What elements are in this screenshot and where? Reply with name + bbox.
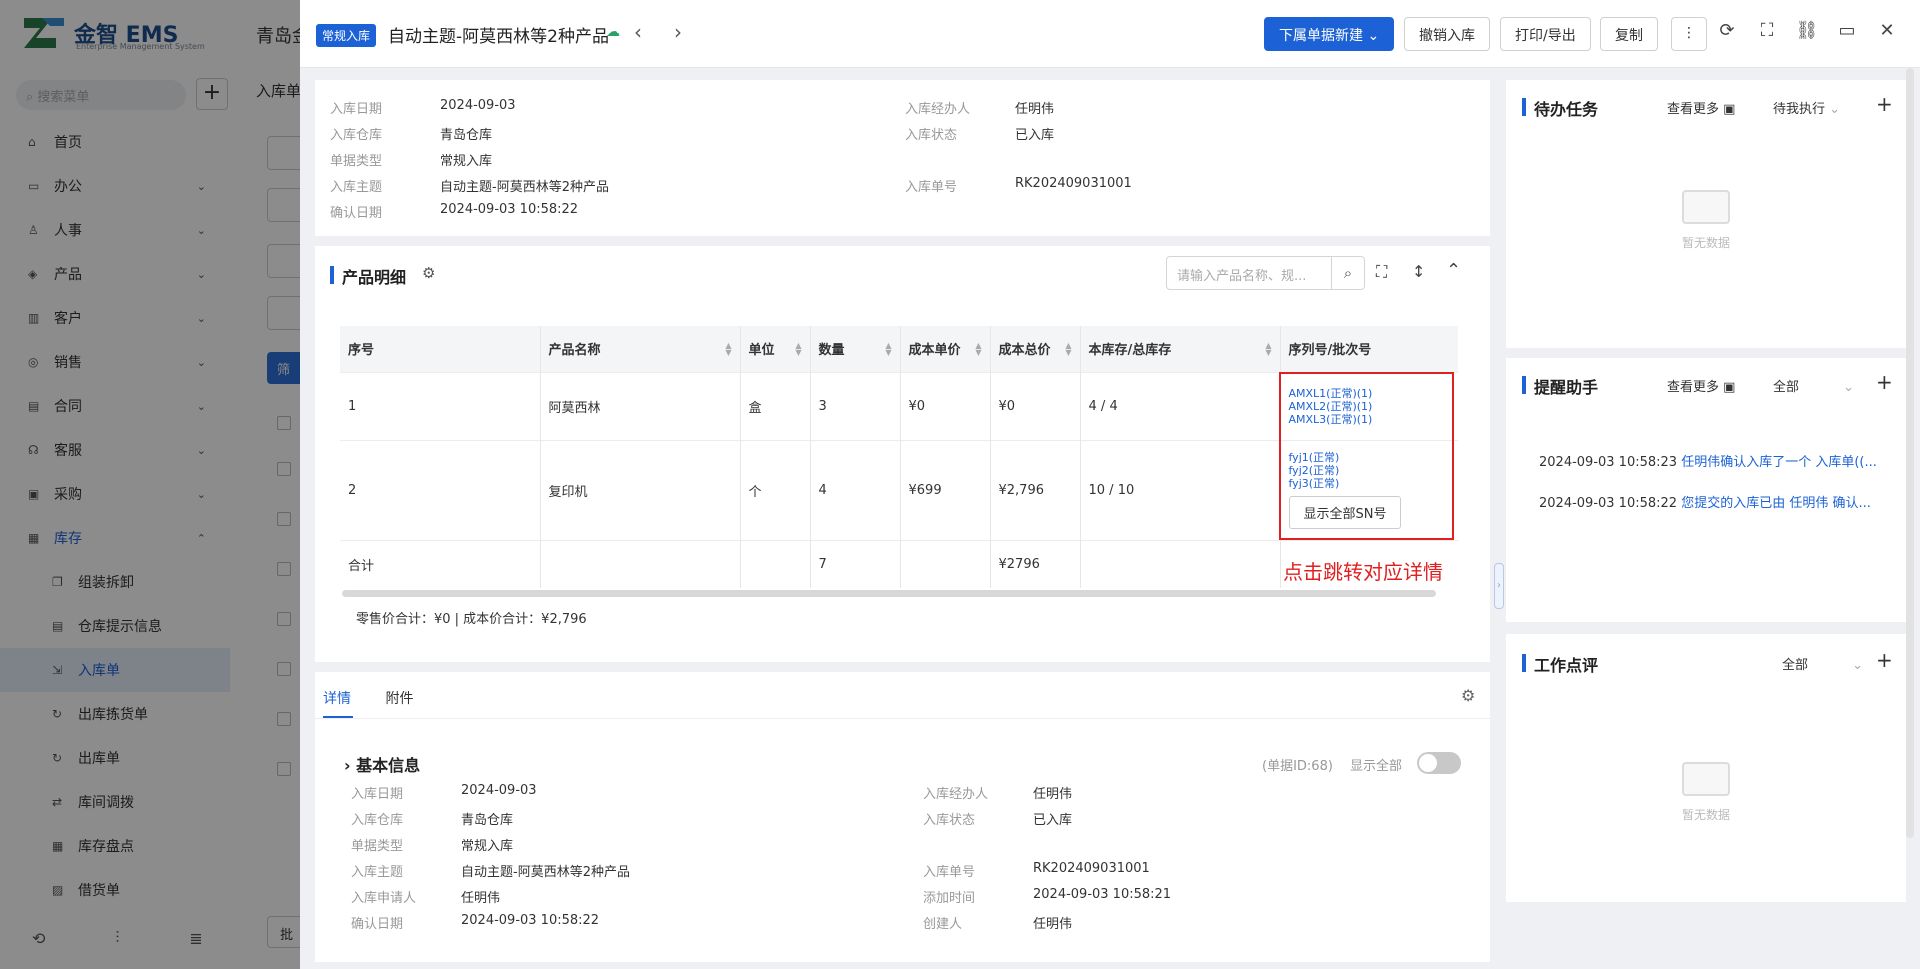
document-id: (单据ID:68) [1262,759,1333,774]
column-header[interactable]: 产品名称 ▲ ▼ [540,326,741,372]
add-todo-icon[interactable]: + [1876,92,1893,116]
book-icon: ▣ [1723,380,1736,395]
review-title: 工作点评 [1522,652,1598,676]
column-header: 序列号/批次号 [1280,326,1458,372]
detail-tabs: 详情 附件 [323,688,443,708]
stock-cell: 10 / 10 [1080,439,1281,540]
drawer-title: 自动主题-阿莫西林等2种产品 [388,27,609,47]
reminder-item[interactable]: 2024-09-03 10:58:23 任明伟确认入库了一个 入库单((... [1539,451,1879,470]
product-link[interactable]: 复印机 [540,439,741,540]
chevron-down-icon: ⌄ [1843,380,1855,395]
next-arrow-icon[interactable]: › [674,20,682,44]
todo-filter-select[interactable]: 待我执行 ⌄ [1773,98,1840,117]
summary-date: 2024-09-03 [440,98,516,113]
row-height-icon[interactable]: ↕ [1412,262,1425,281]
chevron-down-icon: ⌄ [1829,102,1841,117]
column-header[interactable]: 成本总价 ▲ ▼ [990,326,1081,372]
todo-empty-state: 暂无数据 [1646,190,1766,251]
drawer-header: 常规入库 自动主题-阿莫西林等2种产品 ☁ ‹ › 下属单据新建 ⌄ 撤销入库 … [300,0,1920,68]
detail-status: 已入库 [1033,813,1073,828]
annotation-text: 点击跳转对应详情 [1283,560,1443,584]
column-header[interactable]: 单位 ▲ ▼ [740,326,811,372]
modal-overlay[interactable] [0,0,300,969]
column-header: 序号 [340,326,541,372]
empty-box-icon [1682,190,1730,224]
revoke-inbound-button[interactable]: 撤销入库 [1404,17,1490,51]
tab-detail[interactable]: 详情 [323,691,351,707]
horizontal-scrollbar[interactable] [342,590,1436,597]
add-reminder-icon[interactable]: + [1876,370,1893,394]
totals-line: 零售价合计：¥0 | 成本价合计：¥2,796 [356,612,587,627]
column-header[interactable]: 数量 ▲ ▼ [810,326,901,372]
product-link[interactable]: 阿莫西林 [540,371,741,440]
reminder-item[interactable]: 2024-09-03 10:58:22 您提交的入库已由 任明伟 确认... [1539,492,1879,511]
reminder-filter-select[interactable]: 全部 ⌄ [1773,376,1854,395]
stock-cell: 4 / 4 [1080,371,1281,440]
detail-subject: 自动主题-阿莫西林等2种产品 [461,865,630,880]
type-badge: 常规入库 [316,24,377,47]
product-search-input[interactable]: 请输入产品名称、规... [1166,256,1332,290]
summary-card: 入库日期 2024-09-03 入库仓库 青岛仓库 单据类型 常规入库 入库主题 自动主… [315,80,1490,236]
show-all-label: 显示全部 [1350,759,1403,774]
book-icon: ▣ [1723,102,1736,117]
detail-creator: 任明伟 [1033,917,1073,932]
fullscreen-table-icon[interactable]: ⛶ [1376,262,1387,282]
close-icon[interactable]: ✕ [1873,20,1901,41]
summary-subject: 自动主题-阿莫西林等2种产品 [440,180,609,195]
prev-arrow-icon[interactable]: ‹ [634,20,642,44]
fullscreen-icon[interactable]: ⛶ [1753,20,1781,41]
refresh-icon[interactable]: ⟳ [1713,20,1741,41]
summary-warehouse-link[interactable]: 青岛仓库 [440,124,492,143]
highlight-box [1279,372,1454,540]
review-empty-state: 暂无数据 [1646,762,1766,823]
detail-applicant: 任明伟 [461,891,501,906]
detail-type: 常规入库 [461,839,514,854]
more-options-icon[interactable]: ⋮ [1671,17,1707,51]
detail-added-time: 2024-09-03 10:58:21 [1033,887,1172,902]
chevron-down-icon: ⌄ [1852,658,1864,673]
link-icon[interactable]: ⛓ [1793,20,1821,41]
search-icon[interactable]: ⌕ [1331,256,1365,290]
detail-number: RK202409031001 [1033,861,1150,876]
print-export-button[interactable]: 打印/导出 [1500,17,1591,51]
empty-box-icon [1682,762,1730,796]
todo-more-link[interactable]: 查看更多 ▣ [1667,98,1735,117]
settings-gear-icon[interactable]: ⚙ [1461,686,1475,705]
chevron-right-icon: › [344,756,351,775]
summary-number: RK202409031001 [1015,176,1132,191]
detail-handler: 任明伟 [1033,787,1073,802]
cloud-sync-icon: ☁ [606,24,620,40]
detail-date: 2024-09-03 [461,783,537,798]
summary-confirm: 2024-09-03 10:58:22 [440,202,579,217]
new-sub-document-button[interactable]: 下属单据新建 ⌄ [1264,17,1395,51]
vertical-scrollbar[interactable] [1906,68,1914,838]
todo-title: 待办任务 [1522,96,1598,120]
settings-gear-icon[interactable]: ⚙ [422,264,435,282]
side-collapse-handle[interactable]: › [1494,563,1504,609]
detail-warehouse-link[interactable]: 青岛仓库 [461,809,513,828]
reminder-title: 提醒助手 [1522,374,1598,398]
column-header[interactable]: 成本单价 ▲ ▼ [900,326,991,372]
products-section-title: 产品明细 [330,264,406,288]
summary-handler: 任明伟 [1015,102,1055,117]
add-review-icon[interactable]: + [1876,648,1893,672]
dock-icon[interactable]: ▭ [1833,20,1861,41]
summary-type: 常规入库 [440,154,493,169]
summary-status: 已入库 [1015,128,1055,143]
column-header[interactable]: 本库存/总库存 ▲ ▼ [1080,326,1281,372]
copy-button[interactable]: 复制 [1600,17,1658,51]
tab-attachment[interactable]: 附件 [385,691,413,707]
review-filter-select[interactable]: 全部 ⌄ [1782,654,1863,673]
reminder-more-link[interactable]: 查看更多 ▣ [1667,376,1735,395]
basic-info-toggle[interactable]: › 基本信息 [344,752,420,776]
show-all-toggle[interactable] [1417,752,1461,774]
detail-confirm: 2024-09-03 10:58:22 [461,913,600,928]
chevron-down-icon: ⌄ [1367,28,1380,44]
detail-drawer: 常规入库 自动主题-阿莫西林等2种产品 ☁ ‹ › 下属单据新建 ⌄ 撤销入库 … [300,0,1920,969]
collapse-up-icon[interactable]: ⌃ [1446,260,1461,281]
